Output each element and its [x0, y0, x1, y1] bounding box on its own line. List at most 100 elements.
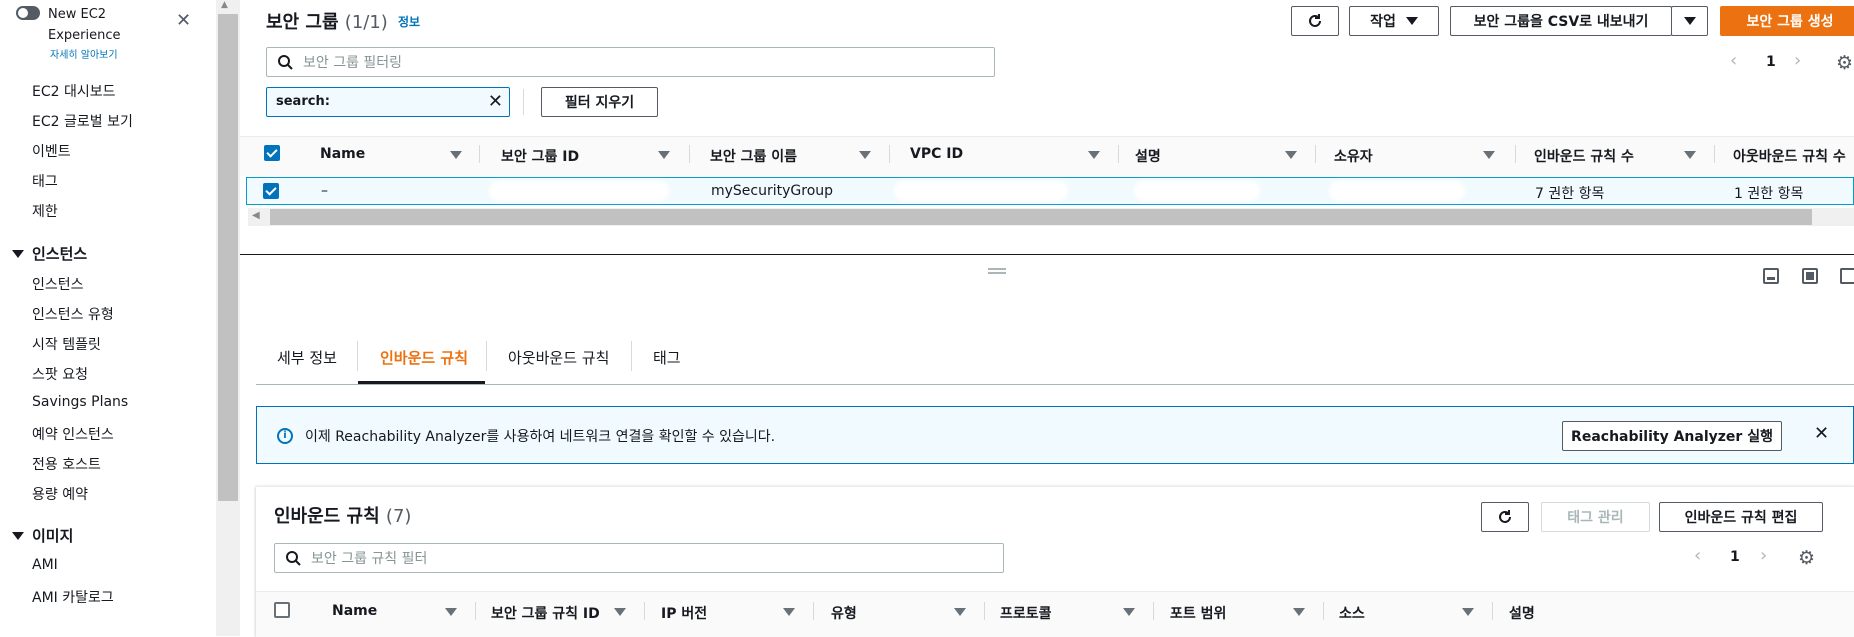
close-icon[interactable]: ✕ — [176, 10, 191, 31]
next-page-icon[interactable]: › — [1760, 545, 1767, 566]
nav-instances[interactable]: 인스턴스 — [32, 274, 84, 294]
rules-filter-input[interactable]: 보안 그룹 규칙 필터 — [274, 543, 1004, 573]
panel-position-side-icon[interactable] — [1802, 268, 1818, 284]
sort-icon[interactable] — [859, 151, 871, 159]
rules-page-number[interactable]: 1 — [1730, 549, 1740, 565]
sort-icon[interactable] — [1462, 608, 1474, 616]
rules-column-source[interactable]: 소스 — [1339, 603, 1365, 623]
tab-tags[interactable]: 태그 — [653, 347, 681, 368]
resize-handle-icon[interactable] — [988, 268, 1006, 274]
tab-divider — [631, 341, 632, 371]
nav-ami-catalog[interactable]: AMI 카탈로그 — [32, 587, 114, 607]
column-header-vpc-id[interactable]: VPC ID — [910, 146, 963, 162]
tab-details[interactable]: 세부 정보 — [277, 347, 337, 368]
rules-column-port-range[interactable]: 포트 범위 — [1170, 603, 1226, 623]
scroll-up-icon[interactable]: ▲ — [221, 0, 228, 10]
close-icon[interactable]: ✕ — [488, 91, 503, 112]
new-experience-toggle[interactable] — [16, 6, 40, 20]
column-header-group-id[interactable]: 보안 그룹 ID — [501, 146, 579, 166]
rules-column-rule-id[interactable]: 보안 그룹 규칙 ID — [491, 603, 600, 623]
nav-launch-templates[interactable]: 시작 템플릿 — [32, 334, 101, 354]
nav-savings-plans[interactable]: Savings Plans — [32, 394, 128, 410]
nav-events[interactable]: 이벤트 — [32, 141, 71, 161]
rules-column-ip-version[interactable]: IP 버전 — [661, 603, 707, 623]
redacted-owner — [1332, 184, 1462, 198]
column-header-inbound-count[interactable]: 인바운드 규칙 수 — [1534, 146, 1634, 166]
nav-section-images[interactable]: 이미지 — [12, 525, 73, 546]
info-link[interactable]: 정보 — [398, 13, 420, 30]
nav-section-instances[interactable]: 인스턴스 — [12, 243, 87, 264]
clear-filters-button[interactable]: 필터 지우기 — [541, 87, 658, 117]
panel-hide-icon[interactable] — [1840, 268, 1854, 284]
tab-outbound-rules[interactable]: 아웃바운드 규칙 — [508, 347, 609, 368]
search-input[interactable]: 보안 그룹 필터링 — [266, 47, 995, 77]
nav-ec2-global-view[interactable]: EC2 글로벌 보기 — [32, 111, 133, 131]
select-all-rules-checkbox[interactable] — [274, 602, 290, 618]
settings-icon[interactable]: ⚙ — [1836, 52, 1853, 74]
sort-icon[interactable] — [1285, 151, 1297, 159]
export-dropdown-button[interactable] — [1671, 6, 1708, 36]
divider — [523, 89, 524, 115]
cell-group-name: mySecurityGroup — [711, 183, 834, 199]
sidebar-scrollbar-thumb[interactable] — [218, 14, 238, 501]
sort-icon[interactable] — [1293, 608, 1305, 616]
tab-inbound-rules[interactable]: 인바운드 규칙 — [380, 347, 468, 368]
sort-icon[interactable] — [445, 608, 457, 616]
column-header-group-name[interactable]: 보안 그룹 이름 — [710, 146, 797, 166]
rules-column-description[interactable]: 설명 — [1509, 603, 1535, 623]
refresh-rules-button[interactable] — [1481, 502, 1529, 532]
column-header-outbound-count[interactable]: 아웃바운드 규칙 수 — [1733, 146, 1846, 166]
settings-icon[interactable]: ⚙ — [1798, 547, 1815, 569]
nav-spot-requests[interactable]: 스팟 요청 — [32, 364, 88, 384]
export-csv-button[interactable]: 보안 그룹을 CSV로 내보내기 — [1450, 6, 1672, 36]
table-row[interactable]: – mySecurityGroup 7 권한 항목 1 권한 항목 — [246, 177, 1854, 205]
edit-inbound-rules-button[interactable]: 인바운드 규칙 편집 — [1659, 502, 1823, 532]
column-header-owner[interactable]: 소유자 — [1334, 146, 1373, 166]
scroll-left-icon[interactable]: ◀ — [252, 210, 260, 221]
previous-page-icon[interactable]: ‹ — [1694, 545, 1701, 566]
nav-capacity-reservations[interactable]: 용량 예약 — [32, 484, 88, 504]
nav-reserved-instances[interactable]: 예약 인스턴스 — [32, 424, 114, 444]
run-reachability-analyzer-button[interactable]: Reachability Analyzer 실행 — [1562, 421, 1782, 451]
sort-icon[interactable] — [450, 151, 462, 159]
manage-tags-button[interactable]: 태그 관리 — [1541, 502, 1650, 532]
actions-dropdown[interactable]: 작업 — [1349, 6, 1439, 36]
sort-icon[interactable] — [954, 608, 966, 616]
horizontal-scrollbar-thumb[interactable] — [270, 209, 1812, 225]
next-page-icon[interactable]: › — [1794, 50, 1801, 71]
column-header-name[interactable]: Name — [320, 146, 365, 162]
panel-position-bottom-icon[interactable] — [1763, 268, 1779, 284]
refresh-button[interactable] — [1291, 6, 1339, 36]
sort-icon[interactable] — [614, 608, 626, 616]
close-icon[interactable]: ✕ — [1814, 423, 1829, 444]
previous-page-icon[interactable]: ‹ — [1730, 50, 1737, 71]
select-all-checkbox[interactable] — [264, 145, 280, 161]
sort-icon[interactable] — [783, 608, 795, 616]
sort-icon[interactable] — [1483, 151, 1495, 159]
nav-tags[interactable]: 태그 — [32, 171, 58, 191]
column-divider — [1118, 145, 1119, 163]
rules-column-protocol[interactable]: 프로토콜 — [1000, 603, 1052, 623]
nav-instance-types[interactable]: 인스턴스 유형 — [32, 304, 114, 324]
sort-icon[interactable] — [1088, 151, 1100, 159]
filter-token[interactable]: search: ✕ — [266, 87, 510, 117]
cell-name: – — [321, 183, 328, 199]
sort-icon[interactable] — [1123, 608, 1135, 616]
column-header-description[interactable]: 설명 — [1135, 146, 1161, 166]
main-content: 보안 그룹 (1/1) 정보 작업 보안 그룹을 CSV로 내보내기 보안 그룹… — [240, 0, 1854, 637]
rules-column-type[interactable]: 유형 — [831, 603, 857, 623]
nav-ec2-dashboard[interactable]: EC2 대시보드 — [32, 81, 116, 101]
nav-limits[interactable]: 제한 — [32, 201, 58, 221]
caret-down-icon — [1405, 17, 1418, 25]
page-number[interactable]: 1 — [1766, 54, 1776, 70]
nav-ami[interactable]: AMI — [32, 557, 58, 573]
rules-column-name[interactable]: Name — [332, 603, 377, 619]
sort-icon[interactable] — [658, 151, 670, 159]
create-security-group-button[interactable]: 보안 그룹 생성 — [1720, 6, 1854, 36]
column-divider — [644, 602, 645, 620]
learn-more-link[interactable]: 자세히 알아보기 — [50, 46, 118, 61]
nav-dedicated-hosts[interactable]: 전용 호스트 — [32, 454, 101, 474]
column-divider — [984, 602, 985, 620]
row-checkbox[interactable] — [263, 183, 279, 199]
sort-icon[interactable] — [1684, 151, 1696, 159]
